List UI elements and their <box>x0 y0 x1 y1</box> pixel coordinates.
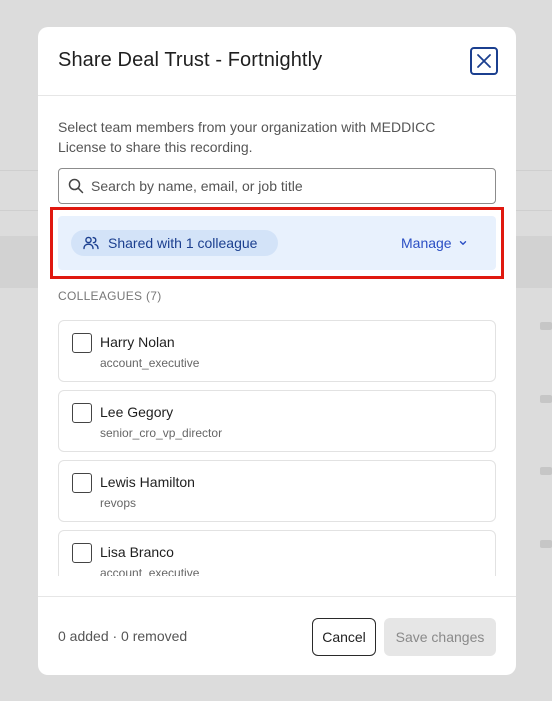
background-text <box>540 467 552 475</box>
search-icon <box>68 178 84 194</box>
chevron-down-icon <box>459 241 466 245</box>
share-dialog: Share Deal Trust - Fortnightly Select te… <box>38 27 516 675</box>
colleague-item[interactable]: Harry Nolan account_executive <box>58 320 496 382</box>
dialog-footer: 0 added · 0 removed Cancel Save changes <box>38 596 516 675</box>
colleague-role: senior_cro_vp_director <box>100 426 223 440</box>
colleague-item[interactable]: Lisa Branco account_executive <box>58 530 496 576</box>
colleague-checkbox[interactable] <box>72 403 92 423</box>
colleague-item[interactable]: Lewis Hamilton revops <box>58 460 496 522</box>
close-icon <box>477 54 491 68</box>
colleague-name: Lewis Hamilton <box>100 474 195 490</box>
colleague-item[interactable]: Lee Gegory senior_cro_vp_director <box>58 390 496 452</box>
background-text <box>540 395 552 403</box>
background-text <box>540 322 552 330</box>
colleague-name: Lisa Branco <box>100 544 174 560</box>
background-text <box>540 540 552 548</box>
colleague-checkbox[interactable] <box>72 473 92 493</box>
colleague-checkbox[interactable] <box>72 543 92 563</box>
search-field[interactable] <box>58 168 496 204</box>
dialog-title: Share Deal Trust - Fortnightly <box>58 49 323 71</box>
colleague-role: account_executive <box>100 566 200 576</box>
colleague-role: revops <box>100 496 137 510</box>
dialog-header: Share Deal Trust - Fortnightly <box>38 27 516 96</box>
shared-status-panel: Shared with 1 colleague Manage <box>58 216 496 270</box>
save-changes-button[interactable]: Save changes <box>384 618 496 656</box>
colleague-name: Lee Gegory <box>100 404 174 420</box>
change-counts: 0 added · 0 removed <box>58 628 188 644</box>
dialog-description: Select team members from your organizati… <box>58 119 436 155</box>
colleague-list[interactable]: Harry Nolan account_executive Lee Gegory… <box>58 320 496 576</box>
colleague-name: Harry Nolan <box>100 334 175 350</box>
close-button[interactable] <box>470 47 498 75</box>
colleagues-section-label: COLLEAGUES (7) <box>58 289 162 303</box>
manage-button[interactable]: Manage <box>401 233 468 253</box>
manage-label: Manage <box>401 235 452 251</box>
shared-count-badge: Shared with 1 colleague <box>71 230 278 256</box>
colleague-role: account_executive <box>100 356 200 370</box>
users-icon <box>83 236 99 250</box>
colleague-checkbox[interactable] <box>72 333 92 353</box>
shared-count-label: Shared with 1 colleague <box>108 235 258 251</box>
cancel-button[interactable]: Cancel <box>312 618 376 656</box>
search-input[interactable] <box>91 169 487 203</box>
